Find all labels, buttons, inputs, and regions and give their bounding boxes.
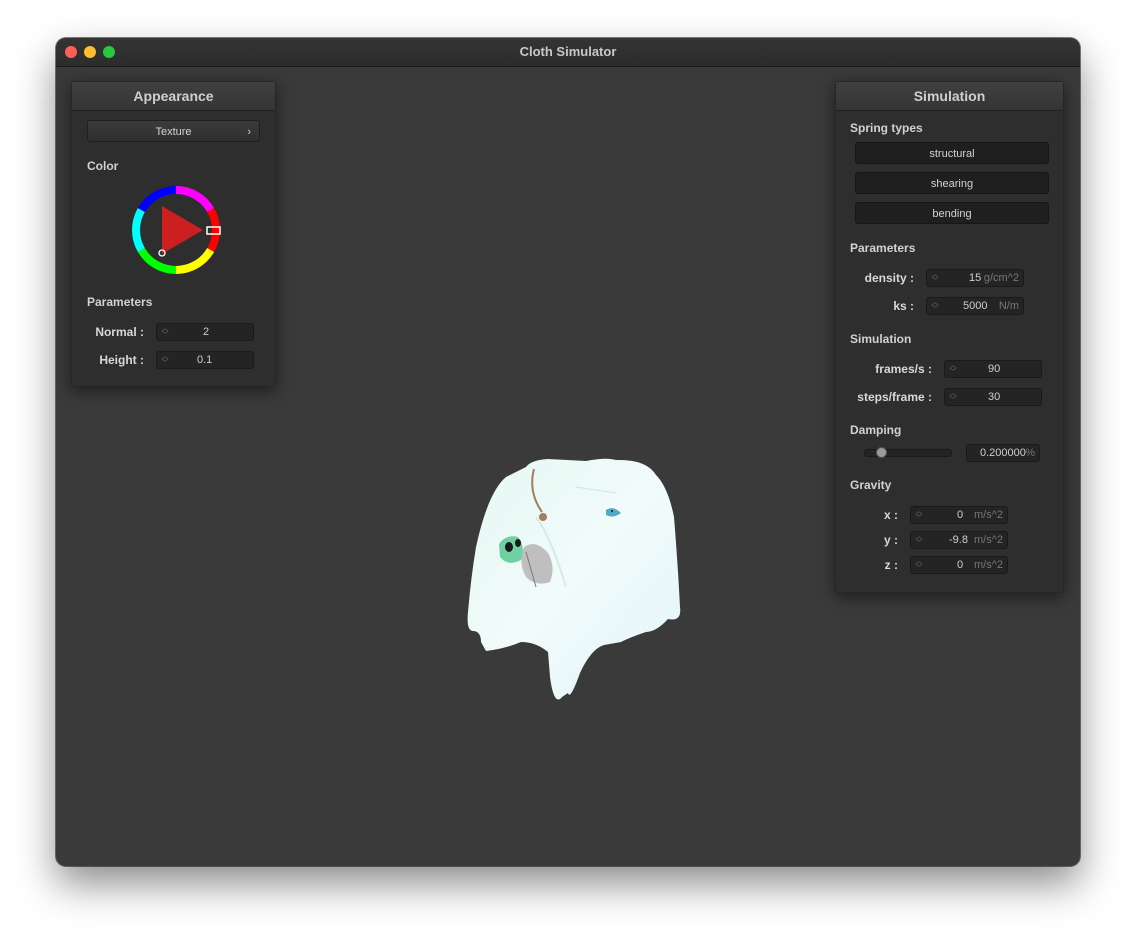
density-unit: g/cm^2 bbox=[983, 272, 1019, 284]
fps-value: 90 bbox=[988, 363, 1001, 375]
gravity-x-unit: m/s^2 bbox=[974, 509, 1003, 521]
app-window: Cloth Simulator Appearance Texture › Col… bbox=[56, 38, 1080, 866]
appearance-parameters-label: Parameters bbox=[87, 295, 153, 309]
spinner-icon[interactable]: ︿ ﹀ bbox=[161, 325, 169, 339]
gravity-z-value: 0 bbox=[957, 559, 964, 571]
appearance-panel: Appearance Texture › Color Parameters No… bbox=[71, 81, 276, 387]
minimize-window-button[interactable] bbox=[84, 46, 96, 58]
damping-label: Damping bbox=[850, 423, 902, 437]
gravity-x-label: x : bbox=[883, 508, 898, 522]
gravity-x-value: 0 bbox=[957, 509, 964, 521]
gravity-x-input[interactable]: ︿ ﹀ 0 m/s^2 bbox=[910, 506, 1008, 524]
chevron-right-icon: › bbox=[247, 126, 251, 138]
texture-button-label: Texture bbox=[155, 126, 192, 138]
window-title: Cloth Simulator bbox=[519, 44, 617, 59]
shearing-toggle[interactable]: shearing bbox=[855, 172, 1049, 194]
fps-label: frames/s : bbox=[875, 362, 932, 376]
sim-simulation-label: Simulation bbox=[850, 332, 912, 346]
lure-bead-icon bbox=[539, 513, 547, 521]
zoom-window-button[interactable] bbox=[103, 46, 115, 58]
texture-button[interactable]: Texture › bbox=[87, 120, 260, 142]
ks-label: ks : bbox=[893, 299, 914, 313]
spinner-icon[interactable]: ︿ ﹀ bbox=[161, 353, 169, 367]
spinner-icon[interactable]: ︿ ﹀ bbox=[931, 299, 939, 313]
gravity-y-label: y : bbox=[883, 533, 898, 547]
height-label: Height : bbox=[99, 353, 144, 367]
density-input[interactable]: ︿ ﹀ 15 g/cm^2 bbox=[926, 269, 1024, 287]
close-window-button[interactable] bbox=[65, 46, 77, 58]
simulation-panel: Simulation Spring types structural shear… bbox=[835, 81, 1064, 593]
spinner-icon[interactable]: ︿ ﹀ bbox=[931, 271, 939, 285]
spinner-icon[interactable]: ︿ ﹀ bbox=[915, 558, 923, 572]
gravity-z-input[interactable]: ︿ ﹀ 0 m/s^2 bbox=[910, 556, 1008, 574]
ks-input[interactable]: ︿ ﹀ 5000 N/m bbox=[926, 297, 1024, 315]
gravity-z-unit: m/s^2 bbox=[974, 559, 1003, 571]
normal-input[interactable]: ︿ ﹀ 2 bbox=[156, 323, 254, 341]
color-wheel[interactable] bbox=[129, 183, 223, 277]
spinner-icon[interactable]: ︿ ﹀ bbox=[915, 508, 923, 522]
height-input[interactable]: ︿ ﹀ 0.1 bbox=[156, 351, 254, 369]
gravity-y-input[interactable]: ︿ ﹀ -9.8 m/s^2 bbox=[910, 531, 1008, 549]
gravity-label: Gravity bbox=[850, 478, 892, 492]
gravity-y-value: -9.8 bbox=[949, 534, 968, 546]
spinner-icon[interactable]: ︿ ﹀ bbox=[949, 362, 957, 376]
spinner-icon[interactable]: ︿ ﹀ bbox=[949, 390, 957, 404]
normal-value: 2 bbox=[203, 326, 210, 338]
normal-label: Normal : bbox=[95, 325, 144, 339]
damping-unit: % bbox=[1025, 447, 1035, 459]
steps-value: 30 bbox=[988, 391, 1001, 403]
fps-input[interactable]: ︿ ﹀ 90 bbox=[944, 360, 1042, 378]
ks-value: 5000 bbox=[963, 300, 988, 312]
ks-unit: N/m bbox=[998, 300, 1019, 312]
sim-parameters-label: Parameters bbox=[850, 241, 916, 255]
appearance-panel-header[interactable]: Appearance bbox=[72, 82, 275, 111]
structural-toggle[interactable]: structural bbox=[855, 142, 1049, 164]
density-label: density : bbox=[864, 271, 914, 285]
cloth-mesh bbox=[467, 458, 681, 700]
damping-value: 0.200000 bbox=[980, 447, 1026, 459]
spring-types-label: Spring types bbox=[850, 121, 923, 135]
gravity-z-label: z : bbox=[884, 558, 898, 572]
saturation-triangle[interactable] bbox=[162, 206, 203, 254]
spinner-icon[interactable]: ︿ ﹀ bbox=[915, 533, 923, 547]
damping-input[interactable]: 0.200000 % bbox=[966, 444, 1040, 462]
title-bar[interactable]: Cloth Simulator bbox=[56, 38, 1080, 67]
bending-toggle[interactable]: bending bbox=[855, 202, 1049, 224]
simulation-panel-header[interactable]: Simulation bbox=[836, 82, 1063, 111]
color-label: Color bbox=[87, 159, 119, 173]
steps-input[interactable]: ︿ ﹀ 30 bbox=[944, 388, 1042, 406]
steps-label: steps/frame : bbox=[857, 390, 932, 404]
density-value: 15 bbox=[969, 272, 982, 284]
height-value: 0.1 bbox=[197, 354, 213, 366]
gravity-y-unit: m/s^2 bbox=[974, 534, 1003, 546]
